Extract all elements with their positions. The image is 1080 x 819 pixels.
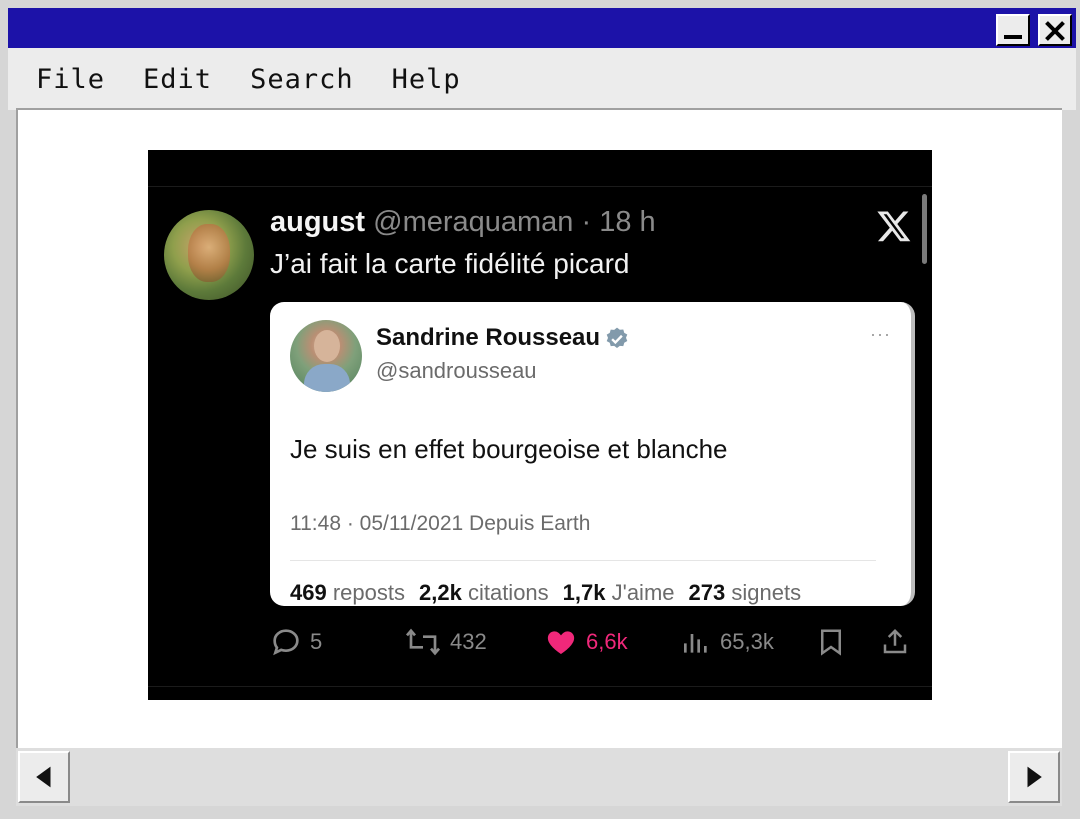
bookmark-button[interactable] [816,622,846,662]
author-handle: @meraquaman [373,206,574,238]
close-button[interactable] [1038,14,1072,46]
verified-badge-icon [606,327,628,348]
like-icon [547,631,575,654]
share-button[interactable] [880,622,910,662]
tweet-screenshot: august @meraquaman · 18 h J’ai fait la c… [148,150,932,700]
menu-help[interactable]: Help [392,64,461,95]
minimize-button[interactable] [996,14,1030,46]
arrow-left-icon [36,766,51,788]
stat-citations[interactable]: 2,2k citations [419,580,549,606]
like-button[interactable]: 6,6k [544,622,628,662]
views-button[interactable]: 65,3k [680,622,774,662]
divider [290,560,876,561]
repost-count: 432 [450,629,487,654]
quote-timestamp: 11:48 · 05/11/2021 Depuis Earth [290,512,591,535]
quote-author-handle: @sandrousseau [376,358,537,383]
divider [148,186,932,187]
repost-button[interactable]: 432 [404,622,487,662]
quote-stats: 469 reposts 2,2k citations 1,7k J'aime 2… [290,580,801,606]
scroll-left-button[interactable] [18,751,70,803]
minimize-icon [1004,35,1022,39]
tweet-time: · 18 h [581,206,656,238]
repost-icon [405,628,441,656]
tweet-text: J’ai fait la carte fidélité picard [270,248,630,279]
bookmark-icon [821,629,841,656]
menu-file[interactable]: File [36,64,105,95]
more-options-icon[interactable]: ··· [870,324,891,345]
quote-author-name: Sandrine Rousseau [376,324,601,351]
author-line: august @meraquaman · 18 h [270,206,656,239]
divider [148,686,932,687]
scroll-indicator [922,194,927,264]
arrow-right-icon [1027,766,1042,788]
reply-button[interactable]: 5 [270,622,322,662]
stat-likes[interactable]: 1,7k J'aime [563,580,675,606]
quote-avatar [290,320,362,392]
stat-bookmarks[interactable]: 273 signets [689,580,802,606]
quoted-tweet[interactable]: Sandrine Rousseau @sandrousseau ··· Je s… [270,302,915,606]
x-logo-icon [877,211,911,242]
author-avatar [164,210,254,300]
menu-edit[interactable]: Edit [143,64,212,95]
views-icon [684,634,707,653]
reply-icon [273,629,299,656]
quote-text: Je suis en effet bourgeoise et blanche [290,434,728,464]
title-bar [8,8,1076,48]
scroll-right-button[interactable] [1008,751,1060,803]
share-icon [883,628,907,654]
author-name: august [270,206,366,238]
reply-count: 5 [310,629,323,654]
menu-bar: File Edit Search Help [8,48,1076,110]
stat-reposts[interactable]: 469 reposts [290,580,405,606]
menu-search[interactable]: Search [250,64,354,95]
like-count: 6,6k [586,629,628,654]
views-count: 65,3k [720,629,774,654]
horizontal-scrollbar[interactable] [16,748,1062,806]
tweet-actions: 5 432 6,6k 65,3k [270,622,915,662]
